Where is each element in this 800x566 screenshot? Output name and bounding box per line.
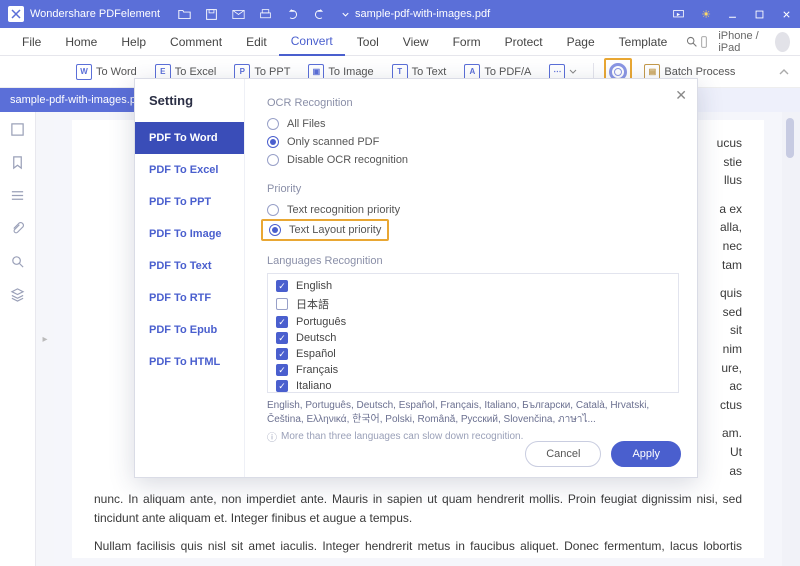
languages-summary: English, Português, Deutsch, Español, Fr… bbox=[267, 399, 679, 427]
titlebar-doc-name: sample-pdf-with-images.pdf bbox=[355, 8, 490, 20]
apply-button[interactable]: Apply bbox=[611, 441, 681, 467]
ocr-disable[interactable]: Disable OCR recognition bbox=[267, 151, 679, 169]
save-icon[interactable] bbox=[205, 8, 218, 21]
avatar[interactable] bbox=[775, 32, 790, 52]
lang-francais[interactable]: Français bbox=[276, 362, 670, 378]
to-word-button[interactable]: WTo Word bbox=[70, 62, 143, 82]
bookmark-icon[interactable] bbox=[10, 155, 25, 170]
tab-label: sample-pdf-with-images.pdf bbox=[10, 94, 145, 106]
menu-help[interactable]: Help bbox=[109, 35, 158, 49]
vertical-scrollbar[interactable] bbox=[782, 112, 800, 566]
menu-protect[interactable]: Protect bbox=[493, 35, 555, 49]
close-icon[interactable] bbox=[781, 9, 792, 20]
attachment-icon[interactable] bbox=[10, 221, 25, 236]
radio-icon bbox=[267, 154, 279, 166]
device-icon[interactable] bbox=[698, 36, 710, 48]
lang-deutsch[interactable]: Deutsch bbox=[276, 330, 670, 346]
checkbox-icon bbox=[276, 364, 288, 376]
print-icon[interactable] bbox=[259, 8, 272, 21]
app-name: Wondershare PDFelement bbox=[30, 8, 160, 20]
collapse-toolbar-icon[interactable] bbox=[778, 66, 790, 78]
radio-icon bbox=[267, 136, 279, 148]
side-pdf-to-image[interactable]: PDF To Image bbox=[135, 218, 244, 250]
checkbox-icon bbox=[276, 348, 288, 360]
device-label[interactable]: iPhone / iPad bbox=[718, 30, 767, 54]
cancel-button[interactable]: Cancel bbox=[525, 441, 601, 467]
dialog-title: Setting bbox=[135, 85, 244, 122]
doc-dropdown[interactable]: sample-pdf-with-images.pdf bbox=[340, 8, 490, 20]
minimize-icon[interactable] bbox=[727, 9, 738, 20]
radio-icon bbox=[267, 204, 279, 216]
folder-open-icon[interactable] bbox=[178, 8, 191, 21]
menu-view[interactable]: View bbox=[391, 35, 441, 49]
present-icon[interactable] bbox=[672, 8, 685, 21]
undo-icon[interactable] bbox=[286, 8, 299, 21]
side-pdf-to-word[interactable]: PDF To Word bbox=[135, 122, 244, 154]
thumbnails-icon[interactable] bbox=[10, 122, 25, 137]
lang-portuguese[interactable]: Português bbox=[276, 314, 670, 330]
menu-edit[interactable]: Edit bbox=[234, 35, 279, 49]
dialog-sidebar: Setting PDF To Word PDF To Excel PDF To … bbox=[135, 79, 245, 477]
maximize-icon[interactable] bbox=[754, 9, 765, 20]
checkbox-icon bbox=[276, 316, 288, 328]
menu-file[interactable]: File bbox=[10, 35, 53, 49]
radio-icon bbox=[267, 118, 279, 130]
ocr-scanned-only[interactable]: Only scanned PDF bbox=[267, 133, 679, 151]
side-pdf-to-epub[interactable]: PDF To Epub bbox=[135, 314, 244, 346]
priority-text-layout[interactable]: Text Layout priority bbox=[269, 224, 381, 236]
menu-form[interactable]: Form bbox=[441, 35, 493, 49]
menu-page[interactable]: Page bbox=[555, 35, 607, 49]
checkbox-icon bbox=[276, 280, 288, 292]
menu-template[interactable]: Template bbox=[607, 35, 680, 49]
menu-tool[interactable]: Tool bbox=[345, 35, 391, 49]
checkbox-icon bbox=[276, 298, 288, 310]
menu-bar: File Home Help Comment Edit Convert Tool… bbox=[0, 28, 800, 56]
lang-japanese[interactable]: 日本語 bbox=[276, 294, 670, 314]
menu-convert[interactable]: Convert bbox=[279, 28, 345, 56]
ocr-all-files[interactable]: All Files bbox=[267, 115, 679, 133]
outline-icon[interactable] bbox=[10, 188, 25, 203]
redo-icon[interactable] bbox=[313, 8, 326, 21]
layers-icon[interactable] bbox=[10, 287, 25, 302]
app-logo bbox=[8, 6, 24, 22]
checkbox-icon bbox=[276, 380, 288, 392]
theme-icon[interactable]: ☀ bbox=[701, 8, 711, 21]
menu-home[interactable]: Home bbox=[53, 35, 109, 49]
languages-list[interactable]: English 日本語 Português Deutsch Español Fr… bbox=[267, 273, 679, 393]
side-pdf-to-text[interactable]: PDF To Text bbox=[135, 250, 244, 282]
mail-icon[interactable] bbox=[232, 8, 245, 21]
lang-english[interactable]: English bbox=[276, 278, 670, 294]
scrollbar-thumb[interactable] bbox=[786, 118, 794, 158]
side-pdf-to-excel[interactable]: PDF To Excel bbox=[135, 154, 244, 186]
radio-icon bbox=[269, 224, 281, 236]
lang-espanol[interactable]: Español bbox=[276, 346, 670, 362]
lang-italiano[interactable]: Italiano bbox=[276, 378, 670, 393]
title-bar: Wondershare PDFelement sample-pdf-with-i… bbox=[0, 0, 800, 28]
dialog-close-icon[interactable]: ✕ bbox=[675, 87, 687, 104]
side-panel bbox=[0, 112, 36, 566]
languages-section-label: Languages Recognition bbox=[267, 255, 679, 267]
ocr-section-label: OCR Recognition bbox=[267, 97, 679, 109]
priority-text-recognition[interactable]: Text recognition priority bbox=[267, 201, 679, 219]
side-pdf-to-ppt[interactable]: PDF To PPT bbox=[135, 186, 244, 218]
convert-settings-dialog: Setting PDF To Word PDF To Excel PDF To … bbox=[134, 78, 698, 478]
priority-section-label: Priority bbox=[267, 183, 679, 195]
side-pdf-to-rtf[interactable]: PDF To RTF bbox=[135, 282, 244, 314]
search-panel-icon[interactable] bbox=[10, 254, 25, 269]
checkbox-icon bbox=[276, 332, 288, 344]
side-pdf-to-html[interactable]: PDF To HTML bbox=[135, 346, 244, 378]
menu-comment[interactable]: Comment bbox=[158, 35, 234, 49]
menu-search-icon[interactable] bbox=[685, 35, 698, 48]
dialog-main: ✕ OCR Recognition All Files Only scanned… bbox=[245, 79, 697, 477]
panel-expand[interactable]: ▸ bbox=[36, 112, 54, 566]
